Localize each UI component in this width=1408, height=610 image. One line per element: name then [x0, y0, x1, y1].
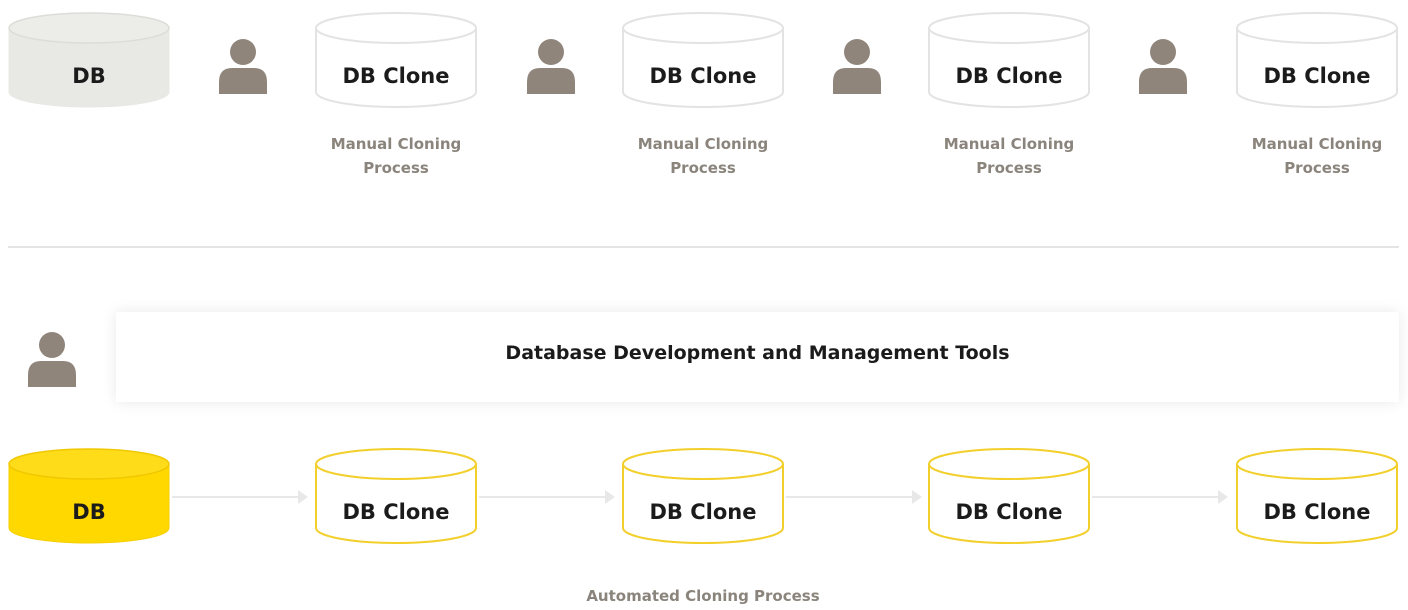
db-clone-label: DB Clone — [955, 500, 1063, 524]
db-clone-label: DB Clone — [342, 64, 450, 88]
db-clone-label: DB Clone — [649, 500, 757, 524]
manual-caption: Manual Cloning Process — [637, 135, 769, 177]
db-clone-label: DB Clone — [1263, 500, 1371, 524]
db-clone-cylinder-automated: DB Clone — [315, 448, 477, 544]
db-clone-cylinder: DB Clone — [315, 12, 477, 108]
db-clone-label: DB Clone — [342, 500, 450, 524]
db-clone-label: DB Clone — [649, 64, 757, 88]
arrow-right-icon — [172, 488, 312, 506]
db-clone-cylinder-automated: DB Clone — [1236, 448, 1398, 544]
db-clone-cylinder: DB Clone — [1236, 12, 1398, 108]
source-db-label: DB — [72, 64, 106, 88]
arrow-right-icon — [479, 488, 619, 506]
db-clone-cylinder-automated: DB Clone — [928, 448, 1090, 544]
user-icon — [832, 38, 882, 94]
user-icon — [218, 38, 268, 94]
manual-caption: Manual Cloning Process — [943, 135, 1075, 177]
source-db-label: DB — [72, 500, 106, 524]
arrow-right-icon — [1092, 488, 1232, 506]
db-clone-label: DB Clone — [1263, 64, 1371, 88]
section-divider — [8, 246, 1399, 248]
source-db-cylinder-manual: DB — [8, 12, 170, 108]
arrow-right-icon — [786, 488, 926, 506]
management-tools-box: Database Development and Management Tool… — [116, 312, 1399, 402]
manual-caption: Manual Cloning Process — [330, 135, 462, 177]
user-icon — [526, 38, 576, 94]
automated-caption: Automated Cloning Process — [586, 587, 820, 605]
db-clone-cylinder: DB Clone — [622, 12, 784, 108]
user-icon — [1138, 38, 1188, 94]
source-db-cylinder-automated: DB — [8, 448, 170, 544]
db-clone-cylinder-automated: DB Clone — [622, 448, 784, 544]
db-clone-label: DB Clone — [955, 64, 1063, 88]
user-icon — [27, 331, 77, 387]
db-clone-cylinder: DB Clone — [928, 12, 1090, 108]
manual-caption: Manual Cloning Process — [1251, 135, 1383, 177]
management-tools-label: Database Development and Management Tool… — [505, 342, 1010, 364]
